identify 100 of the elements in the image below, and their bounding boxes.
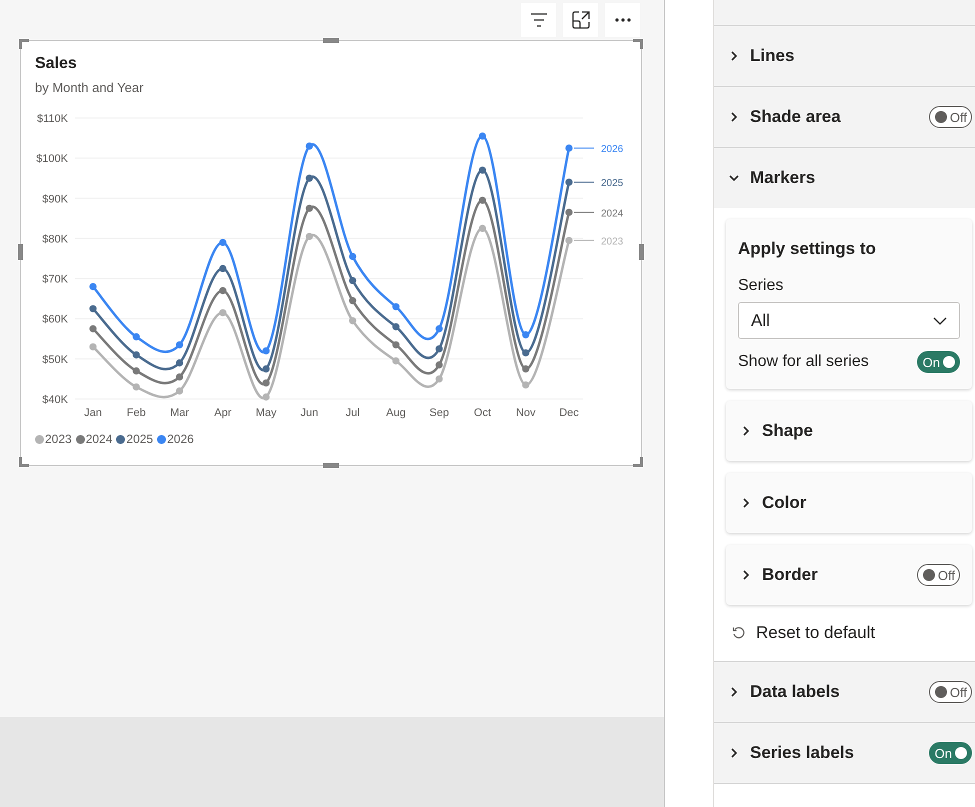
y-axis-label: $40K bbox=[42, 394, 68, 406]
data-point bbox=[392, 323, 400, 330]
chart-title: Sales bbox=[35, 55, 77, 73]
data-point bbox=[132, 383, 140, 391]
resize-handle[interactable] bbox=[639, 244, 644, 260]
data-point bbox=[565, 178, 573, 186]
toggle-switch[interactable]: On bbox=[916, 351, 960, 373]
chart-subtitle: by Month and Year bbox=[35, 80, 144, 95]
series-dropdown[interactable]: All bbox=[738, 302, 960, 339]
data-point bbox=[436, 345, 443, 352]
series-label: 2023 bbox=[601, 236, 624, 248]
data-point bbox=[565, 208, 573, 216]
legend-label: 2024 bbox=[86, 432, 112, 446]
data-point bbox=[522, 381, 530, 389]
resize-handle[interactable] bbox=[323, 463, 339, 468]
data-point bbox=[349, 276, 356, 284]
data-point bbox=[478, 196, 486, 204]
x-axis-label: Dec bbox=[559, 407, 579, 419]
resize-handle[interactable] bbox=[323, 38, 339, 43]
resize-handle[interactable] bbox=[18, 244, 23, 260]
toggle-switch[interactable]: On bbox=[928, 742, 972, 764]
x-axis-label: Jan bbox=[84, 407, 102, 419]
leader-line bbox=[574, 182, 594, 183]
data-point bbox=[219, 309, 226, 316]
data-point bbox=[132, 351, 140, 358]
data-point bbox=[522, 331, 530, 338]
data-point bbox=[176, 387, 184, 395]
data-point bbox=[565, 236, 573, 244]
data-point bbox=[89, 283, 97, 290]
toggle-switch[interactable]: Off bbox=[916, 564, 960, 586]
series-label: 2026 bbox=[601, 144, 624, 156]
data-point bbox=[262, 379, 270, 387]
expand-icon bbox=[572, 11, 590, 29]
data-point bbox=[306, 174, 313, 182]
data-point bbox=[176, 341, 184, 348]
toggle-switch[interactable]: Off bbox=[928, 681, 972, 703]
filter-icon bbox=[530, 13, 548, 27]
y-axis-label: $70K bbox=[42, 274, 68, 286]
y-axis-label: $110K bbox=[37, 113, 68, 125]
data-point bbox=[89, 343, 97, 350]
data-point bbox=[392, 303, 400, 310]
section-header[interactable]: Markers bbox=[714, 148, 975, 208]
x-axis-label: Sep bbox=[429, 407, 449, 419]
data-point bbox=[392, 357, 400, 364]
data-point bbox=[306, 232, 313, 240]
data-point bbox=[262, 393, 270, 401]
y-axis-label: $60K bbox=[42, 314, 68, 326]
data-point bbox=[89, 305, 97, 312]
data-point bbox=[478, 224, 486, 232]
data-point bbox=[436, 361, 443, 368]
data-point bbox=[436, 375, 443, 383]
x-axis-label: Feb bbox=[126, 407, 146, 419]
data-point bbox=[219, 238, 226, 246]
data-point bbox=[349, 317, 356, 324]
data-point bbox=[349, 252, 356, 260]
data-point bbox=[262, 365, 270, 372]
data-point bbox=[522, 365, 530, 372]
undo-icon bbox=[732, 626, 746, 640]
section-header[interactable]: Lines bbox=[714, 26, 975, 87]
section-header[interactable]: Data labels Off bbox=[714, 662, 975, 723]
data-point bbox=[522, 349, 530, 356]
subsection-card[interactable]: Shape bbox=[726, 401, 972, 461]
legend-label: 2023 bbox=[45, 432, 72, 446]
more-options-button[interactable] bbox=[605, 3, 640, 37]
legend-label: 2026 bbox=[167, 432, 194, 446]
data-point bbox=[306, 204, 313, 212]
reset-button[interactable]: Reset to default bbox=[726, 617, 972, 651]
x-axis-label: Jun bbox=[300, 407, 318, 419]
data-point bbox=[392, 341, 400, 348]
x-axis-label: Apr bbox=[214, 407, 232, 419]
more-icon bbox=[614, 18, 630, 22]
data-point bbox=[219, 264, 226, 272]
subsection-card[interactable]: Border Off bbox=[726, 545, 972, 605]
data-point bbox=[478, 166, 486, 174]
data-point bbox=[89, 325, 97, 332]
x-axis-label: Aug bbox=[386, 407, 406, 419]
x-axis-label: Mar bbox=[170, 407, 190, 419]
filter-button[interactable] bbox=[521, 3, 556, 37]
data-point bbox=[176, 359, 184, 366]
series-label: 2024 bbox=[601, 208, 624, 220]
setting-label: Show for all series bbox=[738, 353, 869, 371]
data-point bbox=[349, 297, 356, 304]
legend-label: 2025 bbox=[126, 432, 154, 446]
y-axis-label: $90K bbox=[42, 193, 68, 206]
leader-line bbox=[574, 212, 594, 213]
data-point bbox=[436, 325, 443, 332]
data-point bbox=[478, 132, 486, 140]
section-header[interactable] bbox=[714, 0, 975, 26]
subsection-card[interactable]: Color bbox=[726, 473, 972, 533]
series-label: 2025 bbox=[601, 178, 624, 190]
section-header[interactable]: Shade area Off bbox=[714, 87, 975, 148]
data-point bbox=[306, 142, 313, 150]
toggle-switch[interactable]: Off bbox=[928, 106, 972, 128]
field-label: Series bbox=[738, 277, 784, 295]
y-axis-label: $50K bbox=[42, 354, 68, 366]
data-point bbox=[262, 347, 270, 354]
section-header[interactable]: Series labels On bbox=[714, 723, 975, 784]
leader-line bbox=[574, 240, 594, 241]
focus-mode-button[interactable] bbox=[563, 3, 598, 37]
x-axis-label: Oct bbox=[474, 407, 492, 419]
